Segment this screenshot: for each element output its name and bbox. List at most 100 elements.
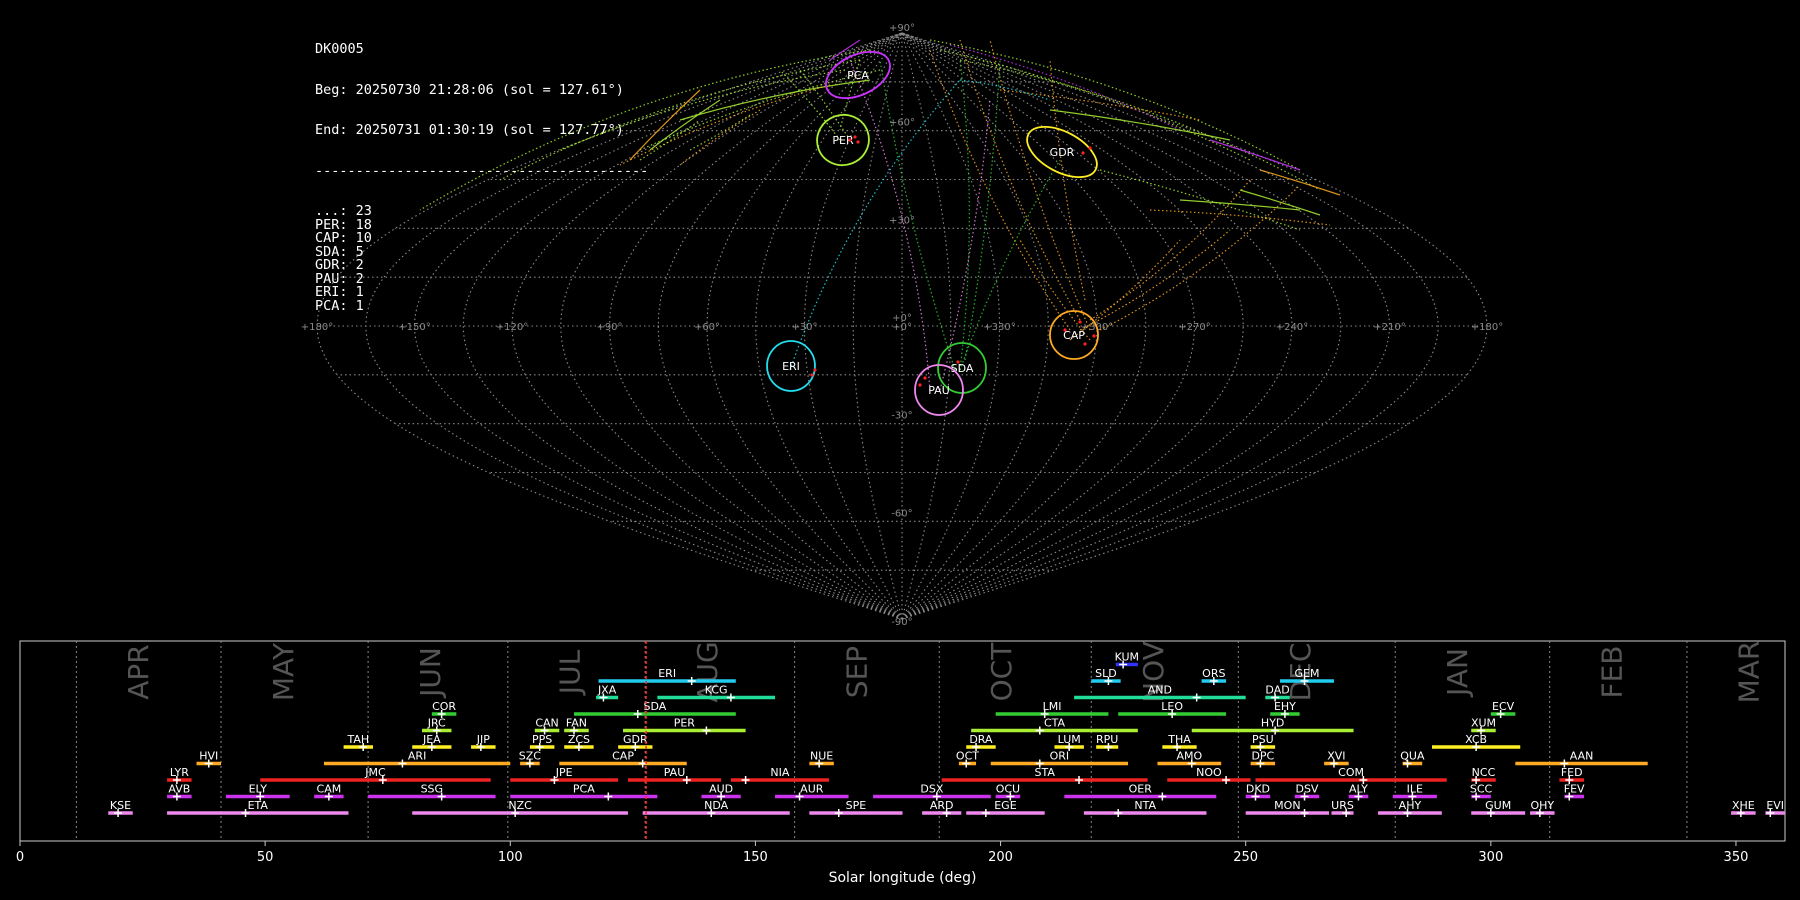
shower-code: CTA — [1044, 717, 1066, 730]
shower-bar: HVI — [196, 750, 222, 768]
shower-code: OER — [1129, 783, 1153, 796]
shower-bar: XHE — [1731, 799, 1756, 817]
meteor-trail — [1019, 239, 1091, 341]
radiant-label: PCA — [847, 69, 869, 82]
parallel-label: -30° — [891, 411, 912, 422]
meteor-trail — [679, 109, 761, 166]
meridian-label: +240° — [1276, 322, 1308, 333]
x-axis-label: Solar longitude (deg) — [829, 870, 977, 886]
shower-code: NZC — [508, 799, 532, 812]
shower-code: ZCS — [568, 733, 590, 746]
shower-bar: FAN — [564, 717, 589, 735]
shower-code: SDA — [644, 700, 667, 713]
shower-code: EVI — [1766, 799, 1784, 812]
shower-code: SLD — [1095, 667, 1117, 680]
shower-bar: OCT — [956, 750, 979, 768]
shower-code: JRC — [427, 717, 446, 730]
shower-code: LYR — [170, 766, 189, 779]
meteor-trail — [929, 49, 1071, 331]
shower-code: XHE — [1732, 799, 1755, 812]
shower-bar: OCU — [995, 783, 1021, 801]
shower-code: SSG — [421, 783, 444, 796]
meteor-trail — [799, 69, 851, 141]
radiant-point — [923, 376, 927, 380]
shower-code: OCU — [996, 783, 1020, 796]
month-label: MAR — [1733, 641, 1766, 704]
shower-bar: DSV — [1294, 783, 1320, 801]
shower-code: AUD — [709, 783, 733, 796]
shower-code: URS — [1331, 799, 1354, 812]
shower-code: ELY — [249, 783, 268, 796]
shower-code: RPU — [1096, 733, 1118, 746]
shower-code: DSX — [920, 783, 943, 796]
meteor-trail — [1209, 139, 1301, 171]
shower-code: CAM — [317, 783, 342, 796]
shower-bar: AVB — [167, 783, 192, 801]
parallel-label: -60° — [891, 508, 912, 519]
meridian-line — [462, 32, 903, 620]
shower-code: GDR — [623, 733, 648, 746]
shower-code: ETA — [248, 799, 269, 812]
radiant-point — [853, 135, 857, 139]
shower-code: JIP — [476, 733, 490, 746]
shower-bar: FED — [1559, 766, 1584, 784]
shower-code: HVI — [199, 750, 218, 763]
shower-bar: XUM — [1471, 717, 1496, 735]
shower-code: SCC — [1470, 783, 1493, 796]
shower-code: JMC — [364, 766, 386, 779]
radiant-label: ERI — [782, 360, 800, 373]
shower-code: DKD — [1246, 783, 1270, 796]
radiant-point — [1092, 334, 1096, 338]
meteor-trail — [559, 69, 846, 151]
shower-code: PPS — [532, 733, 552, 746]
meteor-trail — [1149, 209, 1331, 226]
shower-bar: DKD — [1245, 783, 1271, 801]
radiant-point — [1081, 151, 1085, 155]
shower-bar: TAH — [343, 733, 373, 751]
shower-code: TAH — [346, 733, 369, 746]
shower-code: NDA — [704, 799, 729, 812]
shower-bar: SLD — [1091, 667, 1121, 685]
shower-bar: URS — [1331, 799, 1354, 817]
meteor-trail — [689, 114, 751, 151]
meteor-trail — [959, 159, 1061, 371]
shower-code: LUM — [1058, 733, 1081, 746]
shower-bar: SZC — [519, 750, 541, 768]
shower-bar: OHY — [1530, 799, 1555, 817]
month-label: JUL — [554, 649, 587, 696]
shower-bar: KSE — [108, 799, 133, 817]
shower-code: DPC — [1251, 750, 1274, 763]
meridian-label: +90° — [596, 322, 622, 333]
x-tick-label: 150 — [743, 850, 768, 865]
radiant-point — [956, 360, 960, 364]
shower-code: NUE — [810, 750, 833, 763]
parallel-label: +90° — [889, 23, 915, 34]
shower-code: OHY — [1530, 799, 1554, 812]
meteor-trail — [989, 39, 1091, 331]
x-tick-label: 50 — [257, 850, 274, 865]
shower-code: ERI — [658, 667, 676, 680]
shower-code: JXA — [597, 684, 617, 697]
shower-code: EGE — [994, 799, 1016, 812]
x-tick-label: 200 — [988, 850, 1013, 865]
shower-code: NTA — [1134, 799, 1156, 812]
shower-code: QUA — [1400, 750, 1425, 763]
shower-code: JPE — [555, 766, 573, 779]
shower-code: CAP — [612, 750, 634, 763]
meridian-label: +60° — [694, 322, 720, 333]
shower-code: AUR — [800, 783, 824, 796]
shower-code: PAU — [664, 766, 686, 779]
radiant-label: CAP — [1063, 329, 1085, 342]
shower-code: KUM — [1115, 651, 1139, 664]
sky-map: +180° +150° +120° +90° +60° +30° +0° +330° +300°… — [301, 23, 1503, 628]
meteor-trail — [1259, 169, 1341, 196]
shower-bar: DAD — [1265, 684, 1290, 702]
radiant-point — [810, 373, 814, 377]
meridian-label: +270° — [1178, 322, 1210, 333]
shower-code: CAN — [535, 717, 558, 730]
shower-code: FAN — [566, 717, 587, 730]
shower-bar: SCC — [1470, 783, 1493, 801]
shower-code: SPE — [846, 799, 867, 812]
shower-code: NIA — [770, 766, 789, 779]
radiant-point — [813, 368, 817, 372]
